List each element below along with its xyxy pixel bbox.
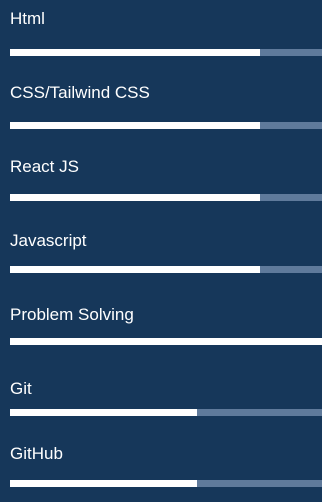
skill-progress-track xyxy=(10,409,322,416)
skill-label: Problem Solving xyxy=(10,305,134,324)
skill-progress-fill xyxy=(10,194,260,201)
skill-label: React JS xyxy=(10,157,79,176)
skill-progress-fill xyxy=(10,409,198,416)
skill-progress-track xyxy=(10,122,322,129)
skill-label: Html xyxy=(10,9,45,28)
skill-css-tailwind: CSS/Tailwind CSS xyxy=(0,78,322,138)
skill-github: GitHub xyxy=(0,442,322,502)
skill-label: Git xyxy=(10,379,32,398)
skill-progress-track xyxy=(10,266,322,273)
skill-progress-fill xyxy=(10,49,260,56)
skill-progress-track xyxy=(10,49,322,56)
skill-progress-track xyxy=(10,194,322,201)
skill-progress-track xyxy=(10,338,322,345)
skill-label: CSS/Tailwind CSS xyxy=(10,83,150,102)
skill-html: Html xyxy=(0,4,322,64)
skill-label: GitHub xyxy=(10,444,63,463)
skill-progress-fill xyxy=(10,122,260,129)
skills-list: Html CSS/Tailwind CSS React JS Javascrip… xyxy=(0,0,322,487)
skill-react-js: React JS xyxy=(0,152,322,212)
skill-problem-solving: Problem Solving xyxy=(0,300,322,360)
skill-git: Git xyxy=(0,374,322,434)
skill-javascript: Javascript xyxy=(0,226,322,286)
skill-progress-fill xyxy=(10,338,322,345)
skill-label: Javascript xyxy=(10,231,87,250)
skill-progress-fill xyxy=(10,266,260,273)
